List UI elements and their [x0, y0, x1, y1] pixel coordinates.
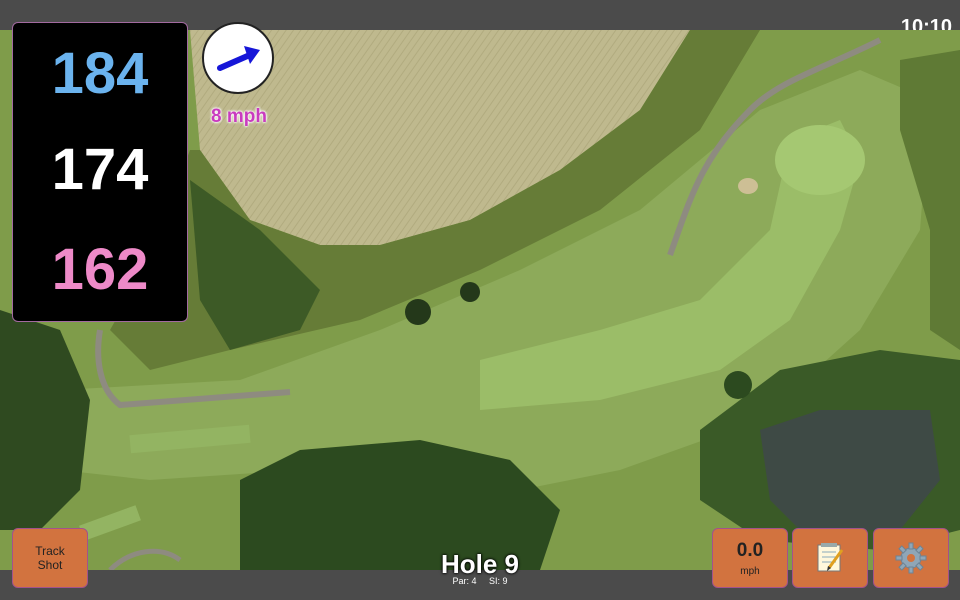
notes-button[interactable] — [792, 528, 868, 588]
wind-speed-button[interactable]: 0.0 mph — [712, 528, 788, 588]
track-shot-button[interactable]: Track Shot — [12, 528, 88, 588]
arrow-icon — [217, 46, 260, 71]
distance-panel: 184 174 162 — [12, 22, 188, 322]
stroke-index-label: SI: 9 — [489, 576, 508, 586]
gear-icon — [895, 542, 927, 574]
notepad-icon — [817, 543, 844, 572]
settings-button[interactable] — [873, 528, 949, 588]
middle-distance: 174 — [51, 137, 149, 202]
wind-value: 0.0 — [736, 539, 764, 561]
par-label: Par: 4 — [452, 576, 477, 586]
wind-unit: mph — [740, 565, 760, 577]
wind-direction-indicator — [202, 22, 274, 94]
wind-speed-label: 8 mph — [211, 106, 267, 127]
hole-info: Par: 4 SI: 9 — [380, 576, 580, 586]
back-distance: 184 — [51, 41, 149, 106]
front-distance: 162 — [51, 237, 149, 302]
